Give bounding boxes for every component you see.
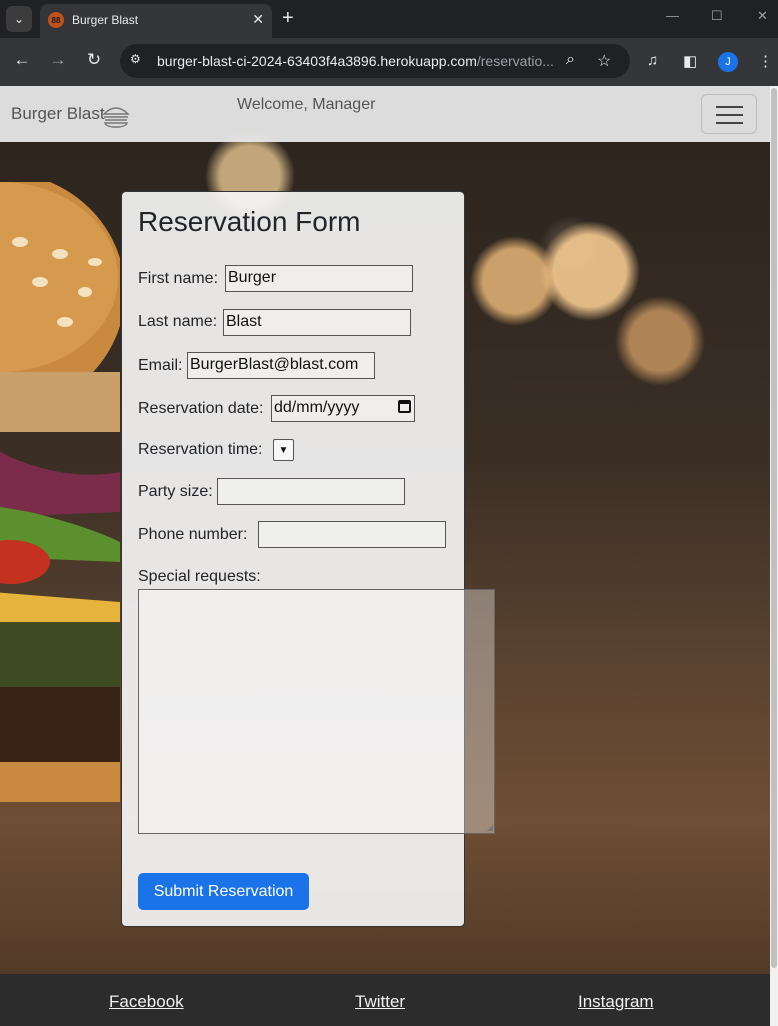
forward-icon[interactable]: → [48, 50, 68, 70]
phone-number-label: Phone number: [138, 526, 248, 543]
maximize-icon[interactable]: ☐ [711, 8, 723, 24]
last-name-input[interactable]: Blast [223, 309, 411, 336]
nav-toggle-button[interactable] [701, 94, 757, 134]
first-name-input[interactable]: Burger [225, 265, 413, 292]
side-panel-icon[interactable]: ◧ [683, 52, 697, 70]
form-title: Reservation Form [138, 206, 361, 237]
browser-tabbar: ⌄ 88 Burger Blast ✕ + — ☐ ✕ [0, 0, 778, 38]
party-size-input[interactable] [217, 478, 405, 505]
tab-search-icon[interactable]: ⌄ [6, 6, 32, 32]
party-size-label: Party size: [138, 483, 213, 500]
footer-link-instagram[interactable]: Instagram [578, 992, 654, 1012]
media-control-icon[interactable]: ♫ [647, 52, 658, 69]
site-favicon-icon: 88 [48, 12, 64, 28]
submit-reservation-button[interactable]: Submit Reservation [138, 873, 309, 910]
url-text[interactable]: burger-blast-ci-2024-63403f4a3896.heroku… [157, 53, 557, 69]
profile-avatar[interactable]: J [718, 52, 738, 72]
phone-number-input[interactable] [258, 521, 446, 548]
browser-toolbar: ← → ↻ ⚙ burger-blast-ci-2024-63403f4a389… [0, 38, 778, 86]
new-tab-icon[interactable]: + [282, 7, 294, 29]
tab-title: Burger Blast [72, 13, 139, 27]
reservation-time-label: Reservation time: [138, 441, 263, 458]
zoom-icon[interactable]: ⌕ [566, 51, 575, 69]
site-info-icon[interactable]: ⚙ [130, 52, 141, 66]
minimize-icon[interactable]: — [666, 8, 679, 23]
footer-link-twitter[interactable]: Twitter [355, 992, 405, 1012]
last-name-label: Last name: [138, 313, 218, 330]
welcome-message: Welcome, Manager [237, 96, 376, 113]
browser-tab[interactable]: 88 Burger Blast ✕ [40, 4, 272, 38]
footer-link-facebook[interactable]: Facebook [109, 992, 184, 1012]
chevron-down-icon: ▼ [278, 444, 289, 456]
hamburger-menu-icon [716, 122, 743, 124]
hamburger-menu-icon [716, 106, 743, 108]
reservation-form: Reservation Form First name: Burger Last… [121, 191, 495, 927]
url-host: burger-blast-ci-2024-63403f4a3896.heroku… [157, 53, 477, 69]
burger-background-image [0, 182, 120, 802]
url-path: /reservatio... [476, 53, 554, 69]
scrollbar-thumb[interactable] [771, 88, 777, 968]
date-placeholder: dd/mm/yyyy [274, 399, 360, 416]
resize-handle-icon[interactable]: ◢ [487, 823, 493, 832]
brand-name[interactable]: Burger Blast [11, 104, 105, 124]
special-requests-textarea[interactable]: ◢ [138, 589, 495, 834]
back-icon[interactable]: ← [12, 50, 32, 70]
reservation-date-label: Reservation date: [138, 400, 264, 417]
email-input[interactable]: BurgerBlast@blast.com [187, 352, 375, 379]
close-window-icon[interactable]: ✕ [757, 8, 768, 24]
site-header: Burger Blast Welcome, Manager [0, 86, 770, 142]
reload-icon[interactable]: ↻ [84, 50, 104, 70]
tab-close-icon[interactable]: ✕ [252, 11, 264, 28]
bookmark-star-icon[interactable]: ☆ [597, 51, 611, 71]
email-label: Email: [138, 357, 183, 374]
page-viewport: Burger Blast Welcome, Manager Reservatio… [0, 86, 770, 1026]
reservation-date-input[interactable]: dd/mm/yyyy [271, 395, 415, 422]
menu-dots-icon[interactable]: ⋮ [758, 52, 773, 70]
hamburger-menu-icon [716, 114, 743, 116]
burger-logo-icon [102, 107, 130, 128]
address-bar[interactable]: ⚙ burger-blast-ci-2024-63403f4a3896.hero… [120, 44, 630, 78]
page-scrollbar[interactable] [770, 86, 778, 1026]
reservation-time-select[interactable]: ▼ [273, 439, 294, 461]
site-footer: Facebook Twitter Instagram [0, 974, 770, 1026]
special-requests-label: Special requests: [138, 568, 261, 585]
calendar-icon[interactable] [398, 400, 411, 413]
first-name-label: First name: [138, 270, 219, 287]
